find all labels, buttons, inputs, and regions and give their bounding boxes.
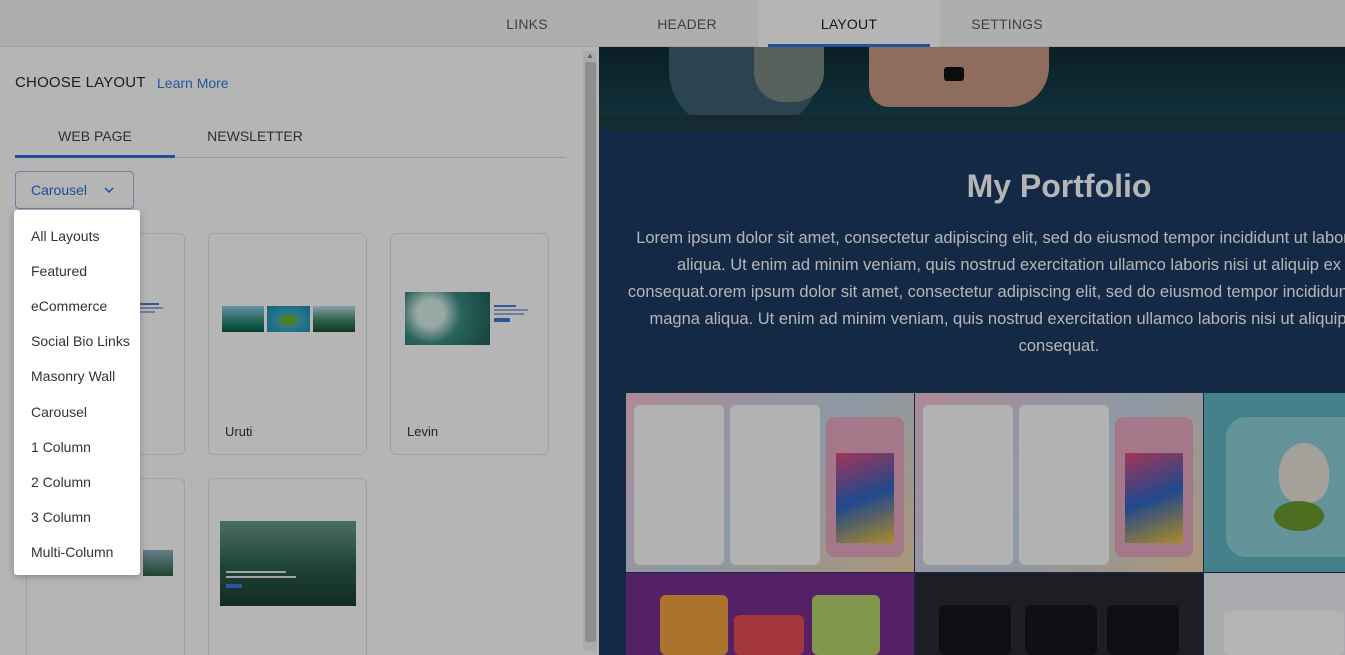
menu-item-social-bio-links[interactable]: Social Bio Links	[14, 324, 140, 359]
layout-editor: LINKS HEADER LAYOUT SETTINGS CHOOSE LAYO…	[0, 0, 1345, 655]
scrollbar-thumb[interactable]	[585, 62, 596, 642]
subtab-web-page[interactable]: WEB PAGE	[15, 114, 175, 158]
dropdown-value: Carousel	[31, 182, 88, 198]
gallery-image[interactable]	[626, 573, 914, 655]
tab-settings[interactable]: SETTINGS	[927, 0, 1087, 47]
scroll-up-arrow-icon[interactable]: ▲	[586, 51, 594, 60]
menu-item-carousel[interactable]: Carousel	[14, 394, 140, 429]
tab-layout[interactable]: LAYOUT	[758, 0, 940, 47]
subtab-newsletter[interactable]: NEWSLETTER	[175, 114, 335, 158]
tab-links[interactable]: LINKS	[447, 0, 607, 47]
gallery-image[interactable]	[1204, 573, 1345, 655]
layout-category-dropdown[interactable]: Carousel	[15, 171, 134, 209]
tab-label: LINKS	[506, 15, 548, 32]
portfolio-description: Lorem ipsum dolor sit amet, consectetur …	[627, 229, 1345, 355]
menu-item-ecommerce[interactable]: eCommerce	[14, 288, 140, 323]
menu-item-2-column[interactable]: 2 Column	[14, 464, 140, 499]
menu-item-masonry-wall[interactable]: Masonry Wall	[14, 359, 140, 394]
tab-header[interactable]: HEADER	[607, 0, 767, 47]
layout-card-uruti[interactable]: Uruti	[208, 233, 367, 455]
card-thumbnail	[220, 521, 356, 606]
subtab-label: WEB PAGE	[58, 128, 132, 144]
hero-image	[599, 47, 1345, 130]
active-subtab-indicator	[15, 155, 175, 158]
card-thumbnail	[222, 306, 355, 332]
top-tab-bar: LINKS HEADER LAYOUT SETTINGS	[0, 0, 1345, 47]
tab-label: HEADER	[657, 15, 717, 32]
gallery-image[interactable]	[915, 573, 1203, 655]
subtab-label: NEWSLETTER	[207, 128, 303, 144]
menu-item-multi-column[interactable]: Multi-Column	[14, 535, 140, 570]
card-label: Uruti	[225, 424, 253, 439]
tab-label: SETTINGS	[971, 15, 1043, 32]
card-thumbnail	[405, 292, 490, 345]
chevron-down-icon	[104, 187, 114, 194]
layout-preview: My Portfolio Lorem ipsum dolor sit amet,…	[599, 47, 1345, 655]
gallery-image[interactable]	[915, 393, 1203, 572]
menu-item-featured[interactable]: Featured	[14, 253, 140, 288]
layout-card[interactable]	[208, 478, 367, 655]
menu-item-1-column[interactable]: 1 Column	[14, 429, 140, 464]
card-thumbnail	[143, 550, 173, 576]
card-label: Levin	[407, 424, 439, 439]
menu-item-all-layouts[interactable]: All Layouts	[14, 218, 140, 253]
card-thumbnail	[139, 302, 167, 316]
layout-category-menu: All Layouts Featured eCommerce Social Bi…	[14, 210, 140, 575]
card-thumbnail-text	[494, 304, 532, 330]
learn-more-link[interactable]: Learn More	[157, 75, 229, 91]
gallery-image[interactable]	[626, 393, 914, 572]
layout-card-levin[interactable]: Levin	[390, 233, 549, 455]
portfolio-title: My Portfolio	[966, 168, 1152, 204]
tab-label: LAYOUT	[820, 15, 878, 32]
choose-layout-title: CHOOSE LAYOUT	[15, 74, 146, 91]
gallery-image[interactable]	[1204, 393, 1345, 572]
menu-item-3-column[interactable]: 3 Column	[14, 500, 140, 535]
